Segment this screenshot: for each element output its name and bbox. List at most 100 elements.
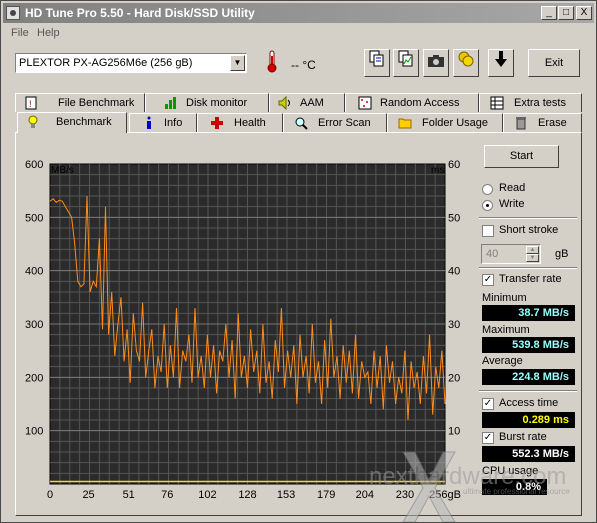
tab-file-benchmark[interactable]: ! File Benchmark [15, 93, 145, 112]
y-tick-label-left: 200 [25, 372, 43, 384]
tab-benchmark[interactable]: Benchmark [17, 112, 127, 133]
temperature-readout: -- °C [291, 58, 316, 72]
chart-svg: 600 500 400 300 200 100 60 50 40 30 20 10 MB/s ms 0 25 5… [25, 159, 461, 501]
tab-label: Disk monitor [186, 97, 248, 109]
options-button[interactable] [453, 49, 479, 77]
short-stroke-spinner[interactable]: 40 ▲ ▼ [481, 244, 541, 264]
spin-up-icon[interactable]: ▲ [526, 246, 539, 254]
tab-disk-monitor[interactable]: Disk monitor [145, 93, 269, 112]
benchmark-chart: 600 500 400 300 200 100 60 50 40 30 20 10 MB/s ms 0 25 5… [23, 147, 463, 507]
maximum-value: 539.8 MB/s [482, 337, 575, 353]
write-label: Write [499, 198, 525, 210]
exit-button[interactable]: Exit [528, 49, 580, 77]
average-label: Average [482, 355, 523, 367]
cpu-usage-label: CPU usage [482, 465, 539, 477]
read-label: Read [499, 182, 526, 194]
copy-info-button[interactable] [364, 49, 390, 77]
transfer-rate-label: Transfer rate [499, 273, 562, 285]
burst-rate-checkbox[interactable]: ✓ [482, 432, 494, 444]
tab-label: Error Scan [318, 117, 371, 129]
x-tick-label: 102 [198, 489, 216, 501]
read-radio[interactable] [482, 184, 493, 195]
tab-health[interactable]: Health [197, 113, 283, 132]
x-tick-label: 230 [396, 489, 414, 501]
coins-icon [458, 51, 474, 67]
disk-monitor-icon [164, 96, 178, 110]
transfer-rate-checkbox[interactable]: ✓ [482, 274, 494, 286]
y-tick-label-right: 10 [448, 426, 460, 438]
tab-error-scan[interactable]: Error Scan [283, 113, 387, 132]
menu-file[interactable]: File [11, 27, 29, 39]
tab-label: Benchmark [56, 116, 112, 128]
short-stroke-unit: gB [555, 248, 569, 260]
speaker-icon [278, 95, 292, 111]
tab-label: File Benchmark [58, 97, 135, 109]
access-time-label: Access time [499, 397, 559, 409]
x-tick-label: 51 [123, 489, 135, 501]
access-time-value: 0.289 ms [482, 412, 575, 428]
close-button[interactable]: X [576, 6, 592, 20]
x-tick-label: 153 [277, 489, 295, 501]
title-bar[interactable]: HD Tune Pro 5.50 - Hard Disk/SSD Utility… [3, 3, 594, 23]
burst-rate-label: Burst rate [499, 431, 547, 443]
trash-icon [514, 116, 528, 130]
y-tick-label-right: 60 [448, 159, 460, 171]
cpu-usage-value: 0.8% [482, 479, 547, 495]
save-button[interactable] [488, 49, 514, 77]
file-benchmark-icon: ! [24, 96, 38, 110]
short-stroke-label: Short stroke [499, 224, 559, 236]
x-tick-label: 256gB [429, 489, 461, 501]
y-tick-label-left: 100 [25, 426, 43, 438]
spin-down-icon[interactable]: ▼ [526, 254, 539, 262]
short-stroke-value: 40 [486, 248, 499, 260]
y-tick-label-right: 30 [448, 319, 460, 331]
separator [479, 267, 577, 269]
tab-random-access[interactable]: Random Access [345, 93, 479, 112]
app-icon [6, 6, 20, 20]
y-tick-label-left: 600 [25, 159, 43, 171]
tab-label: Random Access [380, 97, 460, 109]
maximize-button[interactable]: □ [558, 6, 574, 20]
tab-aam[interactable]: AAM [269, 93, 345, 112]
y-tick-label-right: 20 [448, 372, 460, 384]
short-stroke-checkbox[interactable] [482, 225, 494, 237]
drive-select-value: PLEXTOR PX-AG256M6e (256 gB) [19, 57, 193, 69]
minimize-button[interactable]: _ [541, 6, 557, 20]
x-tick-label: 25 [82, 489, 94, 501]
copy-icon [369, 50, 384, 67]
x-tick-label: 179 [317, 489, 335, 501]
tab-label: Health [234, 117, 266, 129]
burst-rate-value: 552.3 MB/s [482, 446, 575, 462]
write-radio[interactable] [482, 200, 493, 211]
copy-chart-icon [398, 50, 413, 67]
health-icon [210, 116, 224, 130]
screenshot-button[interactable] [423, 49, 449, 77]
minimum-value: 38.7 MB/s [482, 305, 575, 321]
extra-tests-icon [490, 96, 504, 110]
y-tick-label-left: 400 [25, 266, 43, 278]
separator [479, 390, 577, 392]
start-button[interactable]: Start [484, 145, 559, 168]
chevron-down-icon[interactable]: ▼ [230, 55, 245, 71]
x-tick-label: 204 [356, 489, 374, 501]
drive-select[interactable]: PLEXTOR PX-AG256M6e (256 gB) ▼ [15, 53, 247, 73]
camera-icon [428, 55, 444, 67]
tab-info[interactable]: Info [129, 113, 197, 132]
tab-label: Erase [538, 117, 567, 129]
error-scan-icon [294, 116, 308, 130]
menu-help[interactable]: Help [37, 27, 60, 39]
y-tick-label-left: 300 [25, 319, 43, 331]
x-tick-label: 76 [161, 489, 173, 501]
maximum-label: Maximum [482, 324, 530, 336]
x-tick-label: 128 [238, 489, 256, 501]
tab-erase[interactable]: Erase [503, 113, 582, 132]
copy-screenshot-button[interactable] [393, 49, 419, 77]
tab-label: AAM [300, 97, 324, 109]
window-title: HD Tune Pro 5.50 - Hard Disk/SSD Utility [25, 6, 255, 20]
tab-extra-tests[interactable]: Extra tests [479, 93, 582, 112]
tab-folder-usage[interactable]: Folder Usage [387, 113, 503, 132]
y-tick-label-right: 50 [448, 212, 460, 224]
access-time-checkbox[interactable]: ✓ [482, 398, 494, 410]
random-access-icon [358, 96, 372, 110]
benchmark-icon [26, 115, 40, 129]
